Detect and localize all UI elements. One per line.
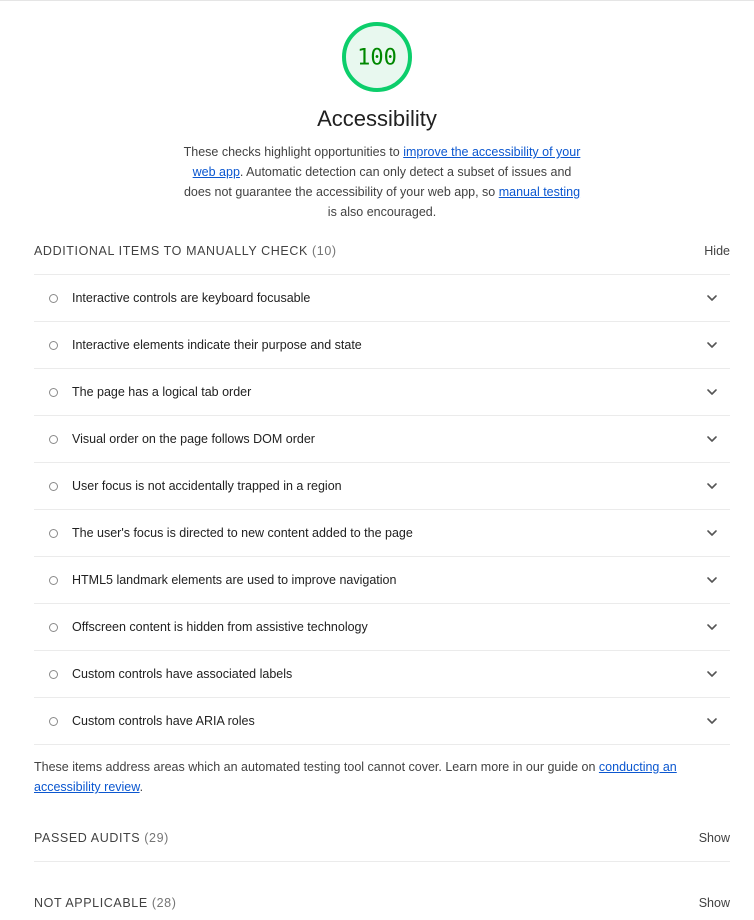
audit-item-label: Visual order on the page follows DOM ord…: [72, 432, 315, 446]
audit-item-label: The page has a logical tab order: [72, 385, 252, 399]
audit-item[interactable]: Custom controls have ARIA roles: [34, 698, 730, 745]
audit-item-label: Interactive elements indicate their purp…: [72, 338, 362, 352]
chevron-down-icon[interactable]: [706, 386, 718, 398]
audit-item[interactable]: Interactive elements indicate their purp…: [34, 322, 730, 369]
chevron-down-icon[interactable]: [706, 715, 718, 727]
na-show-button[interactable]: Show: [699, 896, 730, 910]
circle-icon: [49, 669, 58, 679]
chevron-down-icon[interactable]: [706, 480, 718, 492]
group-count: (10): [312, 244, 337, 258]
circle-icon: [49, 575, 58, 585]
category-description-text: These checks highlight opportunities to: [183, 145, 404, 159]
circle-icon: [49, 622, 58, 632]
audit-item[interactable]: The user's focus is directed to new cont…: [34, 510, 730, 557]
passed-audits-header[interactable]: PASSED AUDITS (29) Show: [34, 828, 730, 848]
circle-icon: [49, 716, 58, 726]
group-title-text: NOT APPLICABLE: [34, 896, 148, 910]
score-gauge: 100: [0, 21, 754, 93]
audit-item[interactable]: User focus is not accidentally trapped i…: [34, 463, 730, 510]
divider: [34, 861, 730, 862]
circle-icon: [49, 481, 58, 491]
audit-item-label: HTML5 landmark elements are used to impr…: [72, 573, 397, 587]
category-description: These checks highlight opportunities to …: [180, 142, 584, 222]
category-description-text: is also encouraged.: [327, 205, 437, 219]
circle-icon: [49, 387, 58, 397]
chevron-down-icon[interactable]: [706, 574, 718, 586]
audit-item[interactable]: Interactive controls are keyboard focusa…: [34, 275, 730, 322]
manual-testing-link[interactable]: manual testing: [499, 185, 580, 199]
manual-checks-list: Interactive controls are keyboard focusa…: [34, 274, 730, 745]
audit-item-label: Custom controls have ARIA roles: [72, 714, 255, 728]
audit-item-label: Offscreen content is hidden from assisti…: [72, 620, 368, 634]
manual-checks-footer-text: .: [139, 780, 144, 794]
passed-show-button[interactable]: Show: [699, 831, 730, 845]
chevron-down-icon[interactable]: [706, 433, 718, 445]
audit-item[interactable]: Offscreen content is hidden from assisti…: [34, 604, 730, 651]
chevron-down-icon[interactable]: [706, 621, 718, 633]
audit-item[interactable]: HTML5 landmark elements are used to impr…: [34, 557, 730, 604]
manual-checks-footer-text: These items address areas which an autom…: [34, 760, 599, 774]
circle-icon: [49, 528, 58, 538]
chevron-down-icon[interactable]: [706, 668, 718, 680]
score-value: 100: [357, 46, 397, 71]
chevron-down-icon[interactable]: [706, 527, 718, 539]
circle-icon: [49, 293, 58, 303]
manual-checks-header: ADDITIONAL ITEMS TO MANUALLY CHECK (10) …: [34, 241, 730, 261]
hide-button[interactable]: Hide: [704, 244, 730, 258]
passed-audits-title: PASSED AUDITS (29): [34, 831, 169, 845]
not-applicable-title: NOT APPLICABLE (28): [34, 896, 177, 910]
manual-checks-footer: These items address areas which an autom…: [34, 757, 728, 797]
audit-item-label: Custom controls have associated labels: [72, 667, 293, 681]
circle-icon: [49, 340, 58, 350]
chevron-down-icon[interactable]: [706, 339, 718, 351]
not-applicable-header[interactable]: NOT APPLICABLE (28) Show: [34, 893, 730, 913]
score-gauge-ring: 100: [342, 22, 412, 92]
group-count: (29): [144, 831, 169, 845]
chevron-down-icon[interactable]: [706, 292, 718, 304]
audit-item[interactable]: Custom controls have associated labels: [34, 651, 730, 698]
manual-checks-title: ADDITIONAL ITEMS TO MANUALLY CHECK (10): [34, 244, 337, 258]
audit-item-label: User focus is not accidentally trapped i…: [72, 479, 342, 493]
audit-item[interactable]: The page has a logical tab order: [34, 369, 730, 416]
circle-icon: [49, 434, 58, 444]
audit-item[interactable]: Visual order on the page follows DOM ord…: [34, 416, 730, 463]
group-title-text: PASSED AUDITS: [34, 831, 141, 845]
group-count: (28): [151, 896, 177, 910]
category-title: Accessibility: [317, 106, 437, 131]
audit-item-label: The user's focus is directed to new cont…: [72, 526, 413, 540]
audit-item-label: Interactive controls are keyboard focusa…: [72, 291, 311, 305]
group-title-text: ADDITIONAL ITEMS TO MANUALLY CHECK: [34, 244, 308, 258]
